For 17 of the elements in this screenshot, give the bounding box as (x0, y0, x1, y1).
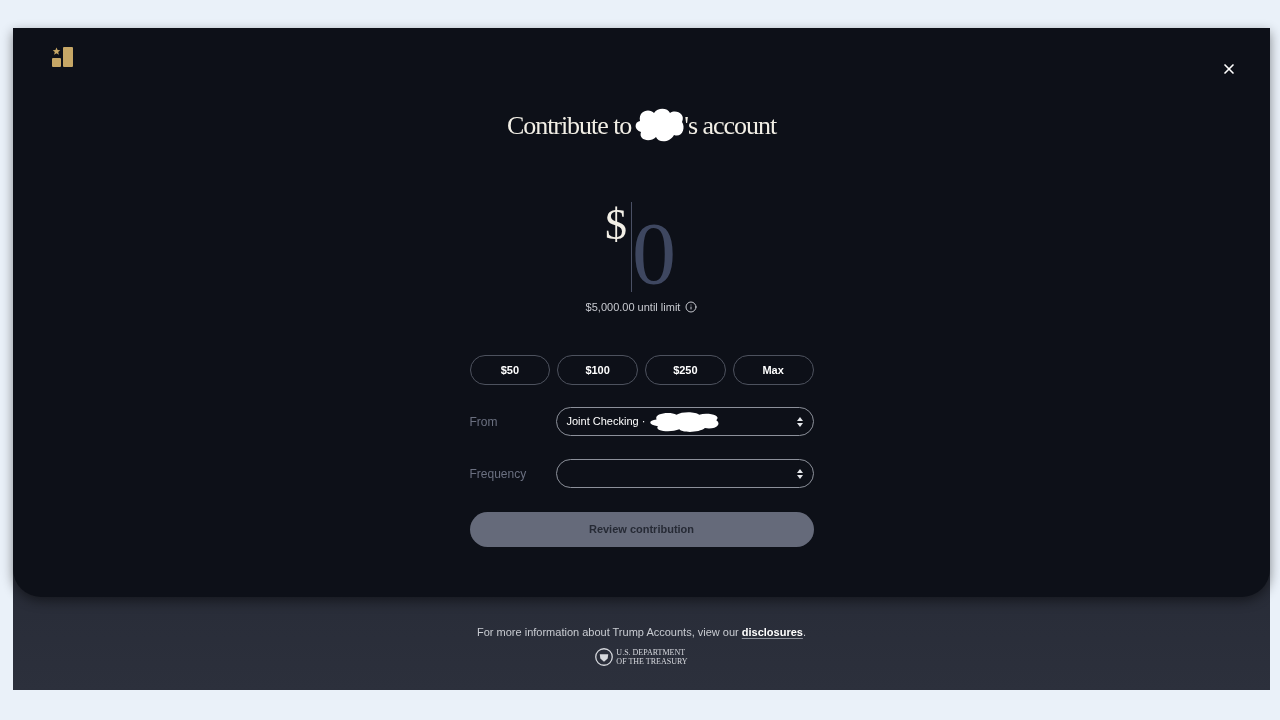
limit-note: $5,000.00 until limit (585, 299, 681, 315)
close-icon[interactable] (1221, 61, 1237, 77)
logo-text: U.S. DEPARTMENT (616, 647, 687, 657)
title-text: Contribute to (506, 109, 632, 142)
star-and-bars-logo-icon[interactable] (52, 47, 73, 67)
currency-symbol: $ (605, 203, 627, 247)
logo-text: OF THE TREASURY (616, 656, 688, 666)
disclosures-note: For more information about Trump Accounts, view our disclosures. (477, 625, 806, 640)
chevron-up-down-icon (796, 416, 803, 427)
field-label: Frequency (469, 465, 528, 483)
title-text: 's account (684, 109, 777, 142)
disclosures-link[interactable]: disclosures (741, 626, 803, 638)
field-label: From (469, 413, 499, 431)
chevron-up-down-icon (796, 468, 803, 479)
info-icon[interactable] (685, 301, 698, 313)
amount-input[interactable]: 0 (632, 208, 678, 298)
seal-icon (595, 647, 614, 666)
